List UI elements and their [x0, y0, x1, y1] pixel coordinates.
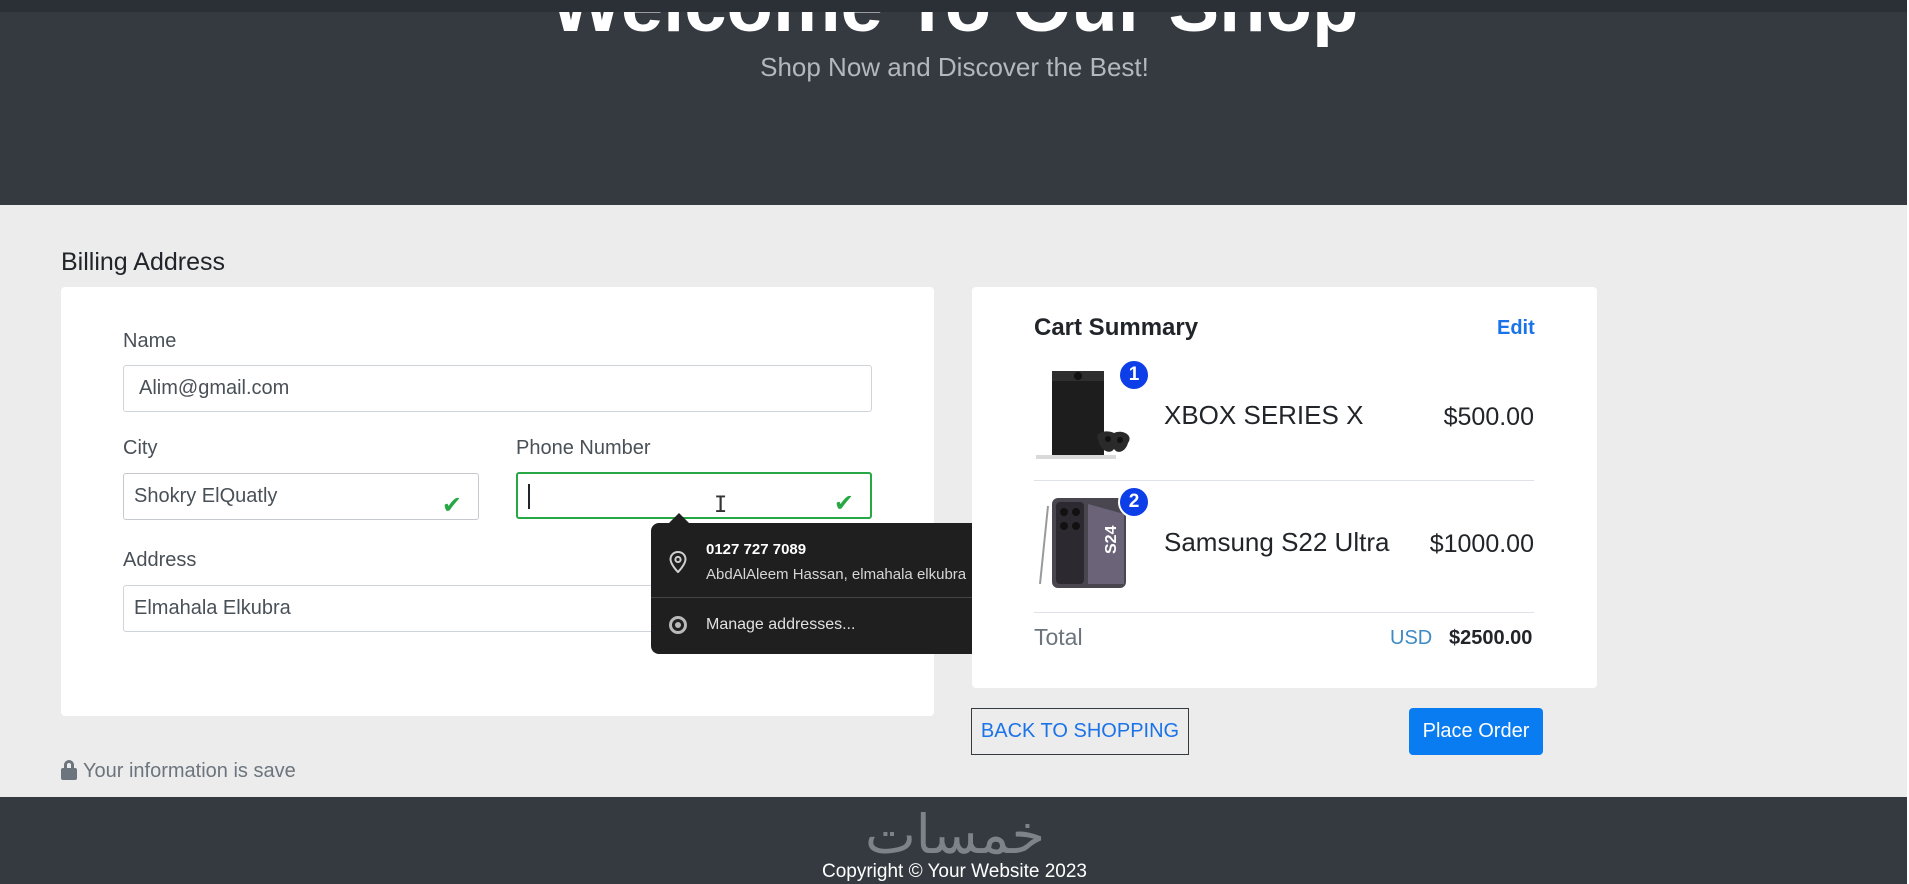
cart-title: Cart Summary [1034, 314, 1199, 341]
total-value: $2500.00 [1449, 627, 1533, 649]
hero-title: Welcome To Our Shop [0, 12, 1909, 49]
copyright-text: Copyright © Your Website 2023 [821, 861, 1088, 882]
svg-text:S24: S24 [1103, 525, 1120, 554]
city-value: Shokry ElQuatly [134, 485, 278, 507]
total-currency: USD [1390, 627, 1433, 649]
quantity-badge: 2 [1118, 486, 1150, 518]
cart-summary-card: Cart Summary Edit 1 XBOX SERIES X $500.0… [972, 287, 1597, 688]
product-name: XBOX SERIES X [1164, 400, 1364, 430]
billing-section-title: Billing Address [61, 248, 225, 276]
khamsat-watermark-logo: خمسات [865, 805, 1045, 865]
name-label: Name [123, 330, 177, 352]
autofill-phone: 0127 727 7089 [706, 541, 807, 558]
city-input[interactable]: Shokry ElQuatly ✔ [123, 473, 479, 520]
place-order-button[interactable]: Place Order [1409, 708, 1543, 755]
cart-item: S24 2 Samsung S22 Ultra $1000.00 [1034, 486, 1534, 613]
product-price: $500.00 [1443, 403, 1534, 431]
secure-note: Your information is save [61, 760, 296, 783]
phone-input[interactable]: I ✔ [516, 472, 872, 519]
city-label: City [123, 437, 158, 459]
check-icon: ✔ [833, 490, 854, 517]
address-label: Address [123, 549, 197, 571]
check-icon: ✔ [441, 492, 462, 519]
manage-addresses-label: Manage addresses... [706, 616, 856, 633]
cart-item: 1 XBOX SERIES X $500.00 [1034, 359, 1534, 481]
text-caret [528, 484, 530, 509]
hero-subtitle: Shop Now and Discover the Best! [760, 52, 1149, 82]
lock-icon [61, 760, 77, 780]
secure-note-text: Your information is save [83, 760, 296, 782]
product-price: $1000.00 [1429, 530, 1534, 558]
watermark-text: خمسات [865, 805, 1045, 865]
quantity-badge: 1 [1118, 359, 1150, 391]
edit-cart-link[interactable]: Edit [1497, 317, 1535, 340]
name-input[interactable]: Alim@gmail.com [123, 365, 872, 412]
location-pin-icon [669, 551, 687, 573]
autofill-suggestion[interactable]: 0127 727 7089 AbdAlAleem Hassan, elmahal… [651, 523, 1007, 597]
phone-label: Phone Number [516, 437, 651, 459]
back-to-shopping-button[interactable]: BACK TO SHOPPING [971, 708, 1189, 755]
product-name: Samsung S22 Ultra [1164, 527, 1390, 557]
total-label: Total [1034, 624, 1083, 650]
text-cursor-icon: I [714, 493, 728, 518]
browser-top-bar [0, 0, 1909, 12]
hero-banner: Welcome To Our Shop Shop Now and Discove… [0, 12, 1909, 205]
chrome-icon [669, 616, 687, 634]
manage-addresses-item[interactable]: Manage addresses... [651, 598, 1007, 654]
page-footer: خمسات Copyright © Your Website 2023 [0, 797, 1909, 884]
autofill-popup: 0127 727 7089 AbdAlAleem Hassan, elmahal… [651, 513, 1007, 654]
autofill-address: AbdAlAleem Hassan, elmahala elkubra [706, 566, 967, 583]
